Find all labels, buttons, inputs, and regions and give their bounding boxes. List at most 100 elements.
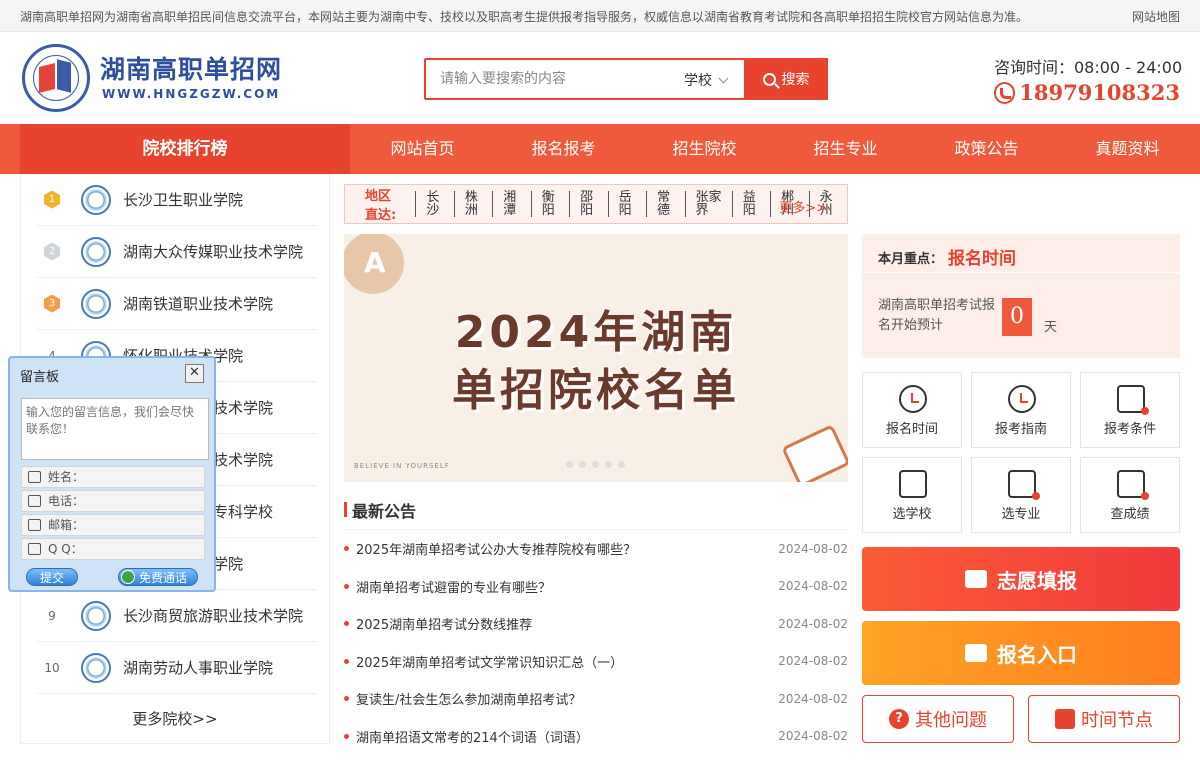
school-name: 湖南大众传媒职业技术学院 bbox=[123, 243, 304, 261]
school-logo-icon bbox=[81, 288, 111, 319]
name-field[interactable]: 姓名： bbox=[21, 466, 205, 488]
news-title: 复读生/社会生怎么参加湖南单招考试？ bbox=[356, 693, 582, 709]
news-date: 2024-08-02 bbox=[778, 616, 848, 631]
volunteer-fill-label: 志愿填报 bbox=[997, 568, 1077, 593]
news-date: 2024-08-02 bbox=[778, 691, 848, 706]
monthly-focus-card: 本月重点： 报名时间 湖南高职单招考试报名开始预计 0 天 bbox=[862, 234, 1180, 358]
apply-entry-button[interactable]: 报名入口 bbox=[862, 621, 1180, 685]
submit-button[interactable]: 提交 bbox=[26, 568, 78, 586]
nav-item-majors[interactable]: 招生专业 bbox=[775, 124, 916, 174]
tile-apply-time[interactable]: 报名时间 bbox=[862, 372, 962, 448]
search-input[interactable] bbox=[426, 60, 676, 98]
other-questions-button[interactable]: ? 其他问题 bbox=[862, 695, 1014, 743]
banner-carousel[interactable]: A 2024年湖南 单招院校名单 BELIEVE IN YOURSELF bbox=[344, 234, 848, 482]
phone-field[interactable]: 电话： bbox=[21, 490, 205, 512]
message-textarea[interactable] bbox=[21, 398, 209, 460]
news-item[interactable]: 湖南单招考试避雷的专业有哪些？ 2024-08-02 bbox=[344, 568, 848, 606]
rank-number: 10 bbox=[44, 660, 60, 675]
search-icon bbox=[762, 72, 776, 86]
news-date: 2024-08-02 bbox=[778, 541, 848, 556]
email-field[interactable]: 邮箱： bbox=[21, 514, 205, 536]
bronze-medal-icon: 3 bbox=[44, 294, 60, 313]
ranking-row[interactable]: 3 湖南铁道职业技术学院 bbox=[37, 278, 317, 330]
news-title: 2025年湖南单招考试公办大专推荐院校有哪些？ bbox=[356, 543, 637, 559]
search-scope-select[interactable]: 学校 bbox=[684, 70, 729, 90]
news-item[interactable]: 2025湖南单招考试分数线推荐 2024-08-02 bbox=[344, 605, 848, 643]
header: 湖南高职单招网 WWW.HNGZGZW.COM 学校 搜索 咨询时间：08:00… bbox=[0, 32, 1200, 124]
carousel-dots[interactable] bbox=[566, 461, 625, 468]
region-city[interactable]: 张家界 bbox=[684, 191, 732, 217]
focus-kicker: 本月重点： bbox=[878, 252, 944, 267]
phone-icon bbox=[121, 570, 135, 584]
search-bar: 学校 搜索 bbox=[424, 58, 828, 100]
tile-guide[interactable]: 报考指南 bbox=[971, 372, 1071, 448]
email-field-label: 邮箱： bbox=[48, 518, 85, 532]
nav-item-schools[interactable]: 招生院校 bbox=[634, 124, 775, 174]
letter-badge: A bbox=[344, 234, 410, 300]
region-city[interactable]: 长沙 bbox=[415, 191, 453, 217]
nav-rank-tab[interactable]: 院校排行榜 bbox=[20, 124, 350, 174]
region-city[interactable]: 湘潭 bbox=[492, 191, 530, 217]
bullet-icon bbox=[344, 583, 349, 589]
site-url: WWW.HNGZGZW.COM bbox=[102, 87, 281, 101]
apply-entry-label: 报名入口 bbox=[997, 642, 1077, 667]
region-city[interactable]: 株洲 bbox=[453, 191, 492, 217]
region-city[interactable]: 衡阳 bbox=[530, 191, 569, 217]
region-city[interactable]: 邵阳 bbox=[569, 191, 607, 217]
hotline[interactable]: 18979108323 bbox=[994, 80, 1180, 105]
message-board-popup: 留言板 ✕ 姓名： 电话： 邮箱： Q Q： 提交 免费通话 bbox=[8, 356, 216, 592]
countdown-description: 湖南高职单招考试报名开始预计 bbox=[878, 298, 996, 333]
calendar-icon bbox=[1055, 709, 1075, 729]
nav-item-apply[interactable]: 报名报考 bbox=[493, 124, 634, 174]
news-item[interactable]: 2025年湖南单招考试公办大专推荐院校有哪些？ 2024-08-02 bbox=[344, 530, 848, 568]
more-schools-link[interactable]: 更多院校>> bbox=[21, 708, 329, 729]
tile-choose-school[interactable]: 选学校 bbox=[862, 457, 962, 533]
ranking-row[interactable]: 10 湖南劳动人事职业学院 bbox=[37, 642, 317, 694]
school-logo-icon bbox=[81, 652, 111, 683]
nav-item-home[interactable]: 网站首页 bbox=[352, 124, 493, 174]
free-call-label: 免费通话 bbox=[139, 571, 188, 585]
question-icon: ? bbox=[889, 709, 909, 729]
region-city[interactable]: 益阳 bbox=[731, 191, 770, 217]
tile-label: 报名时间 bbox=[885, 422, 938, 437]
news-item[interactable]: 湖南单招语文常考的214个词语（词语） 2024-08-02 bbox=[344, 718, 848, 756]
region-city[interactable]: 常德 bbox=[646, 191, 684, 217]
ranking-row[interactable]: 2 湖南大众传媒职业技术学院 bbox=[37, 226, 317, 278]
bullet-icon bbox=[344, 658, 349, 664]
phone-field-label: 电话： bbox=[48, 494, 85, 508]
mobile-icon bbox=[28, 495, 41, 507]
sitemap-link[interactable]: 网站地图 bbox=[1132, 8, 1180, 25]
tile-choose-major[interactable]: 选专业 bbox=[971, 457, 1071, 533]
book-icon bbox=[1008, 470, 1040, 500]
free-call-button[interactable]: 免费通话 bbox=[118, 568, 198, 586]
school-name: 长沙卫生职业学院 bbox=[123, 191, 244, 209]
tile-conditions[interactable]: 报考条件 bbox=[1080, 372, 1180, 448]
search-button[interactable]: 搜索 bbox=[744, 58, 828, 100]
hotline-number: 18979108323 bbox=[1019, 80, 1180, 105]
news-date: 2024-08-02 bbox=[778, 579, 848, 594]
school-logo-icon bbox=[81, 236, 111, 267]
nav-item-policy[interactable]: 政策公告 bbox=[916, 124, 1057, 174]
news-item[interactable]: 复读生/社会生怎么参加湖南单招考试？ 2024-08-02 bbox=[344, 680, 848, 718]
bullet-icon bbox=[344, 696, 349, 702]
tile-check-score[interactable]: 查成绩 bbox=[1080, 457, 1180, 533]
consult-hours: 咨询时间：08:00 - 24:00 bbox=[994, 58, 1183, 77]
region-more-link[interactable]: 更多>> bbox=[779, 197, 827, 216]
banner-headline: 2024年湖南 bbox=[454, 307, 738, 358]
timeline-button[interactable]: 时间节点 bbox=[1028, 695, 1180, 743]
nav-item-papers[interactable]: 真题资料 bbox=[1057, 124, 1198, 174]
news-title: 2025年湖南单招考试文学常识知识汇总（一） bbox=[356, 655, 624, 671]
news-item[interactable]: 2025年湖南单招考试文学常识知识汇总（一） 2024-08-02 bbox=[344, 643, 848, 681]
qq-field[interactable]: Q Q： bbox=[21, 538, 205, 560]
ranking-row[interactable]: 9 长沙商贸旅游职业技术学院 bbox=[37, 590, 317, 642]
ranking-row[interactable]: 1 长沙卫生职业学院 bbox=[37, 174, 317, 226]
region-city[interactable]: 岳阳 bbox=[607, 191, 646, 217]
news-date: 2024-08-02 bbox=[778, 654, 848, 669]
news-date: 2024-08-02 bbox=[778, 729, 848, 744]
site-logo[interactable]: 湖南高职单招网 WWW.HNGZGZW.COM bbox=[22, 42, 281, 114]
top-notice-bar: 湖南高职单招网为湖南省高职单招民间信息交流平台，本网站主要为湖南中专、技校以及职… bbox=[0, 0, 1200, 32]
volunteer-fill-button[interactable]: 志愿填报 bbox=[862, 547, 1180, 611]
building-icon bbox=[899, 470, 927, 498]
edit-form-icon bbox=[965, 644, 987, 662]
close-icon[interactable]: ✕ bbox=[185, 364, 204, 383]
